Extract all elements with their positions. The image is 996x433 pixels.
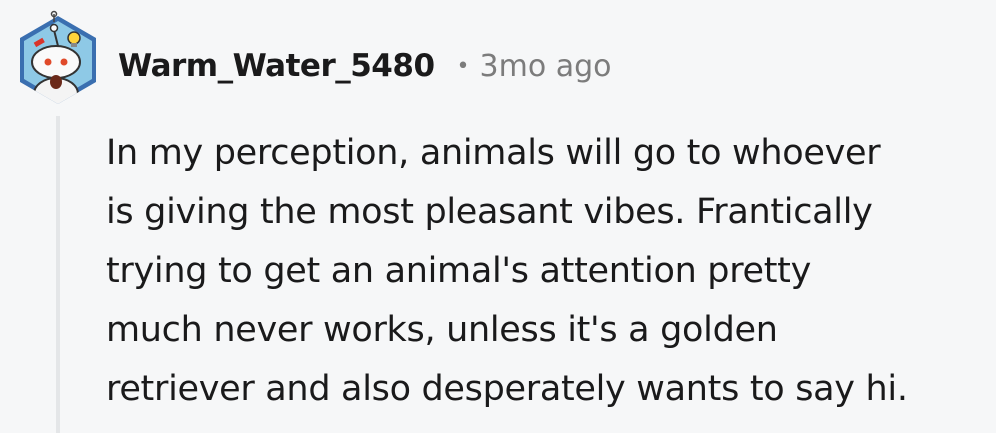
snoo-avatar-icon[interactable] <box>14 10 102 110</box>
timestamp[interactable]: 3mo ago <box>480 49 612 84</box>
comment-line: In my perception, animals will go to who… <box>106 133 881 173</box>
comment-line: trying to get an animal's attention pret… <box>106 251 812 291</box>
comment: Warm_Water_5480 • 3mo ago In my percepti… <box>0 0 996 433</box>
thread-line[interactable] <box>56 116 60 433</box>
comment-body: In my perception, animals will go to who… <box>106 124 986 419</box>
username-link[interactable]: Warm_Water_5480 <box>118 48 435 84</box>
comment-line: retriever and also desperately wants to … <box>106 369 908 409</box>
separator-dot: • <box>456 53 470 79</box>
comment-header: Warm_Water_5480 • 3mo ago <box>118 44 612 88</box>
comment-line: is giving the most pleasant vibes. Frant… <box>106 192 873 232</box>
comment-line: much never works, unless it's a golden <box>106 310 778 350</box>
